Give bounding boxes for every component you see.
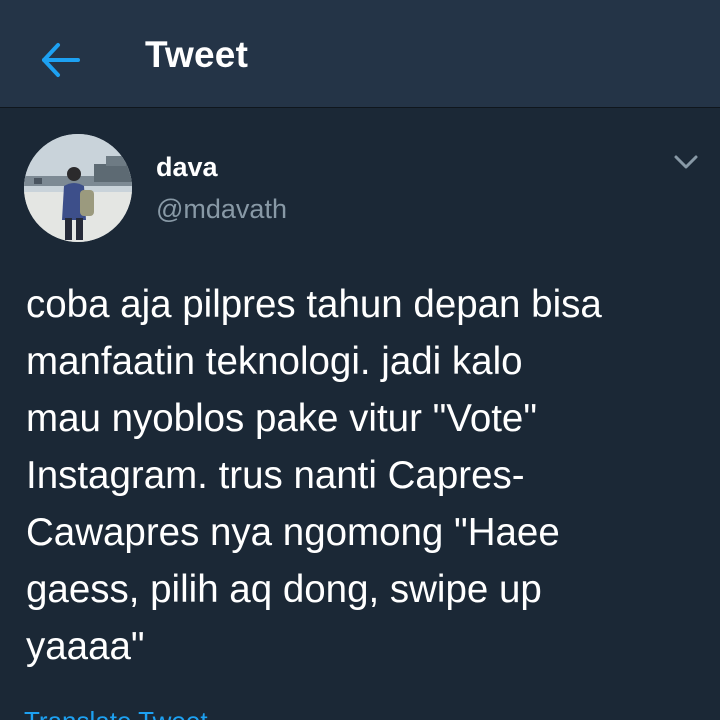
- author-handle[interactable]: @mdavath: [156, 194, 287, 225]
- tweet-menu-button[interactable]: [672, 152, 700, 172]
- author-display-name[interactable]: dava: [156, 152, 218, 183]
- translate-tweet-link[interactable]: Translate Tweet: [24, 706, 208, 720]
- tweet-text: coba aja pilpres tahun depan bisa manfaa…: [26, 283, 602, 668]
- back-button[interactable]: [36, 36, 84, 84]
- arrow-left-icon: [42, 43, 80, 77]
- user-avatar-image: [24, 134, 132, 242]
- top-app-bar: Tweet: [0, 0, 720, 108]
- tweet-detail-screen: Tweet dava @mdavath coba aja pilpres tah…: [0, 0, 720, 720]
- page-title: Tweet: [145, 34, 249, 75]
- tweet-card: dava @mdavath coba aja pilpres tahun dep…: [0, 108, 720, 720]
- chevron-down-icon: [674, 155, 698, 169]
- avatar[interactable]: [24, 134, 132, 242]
